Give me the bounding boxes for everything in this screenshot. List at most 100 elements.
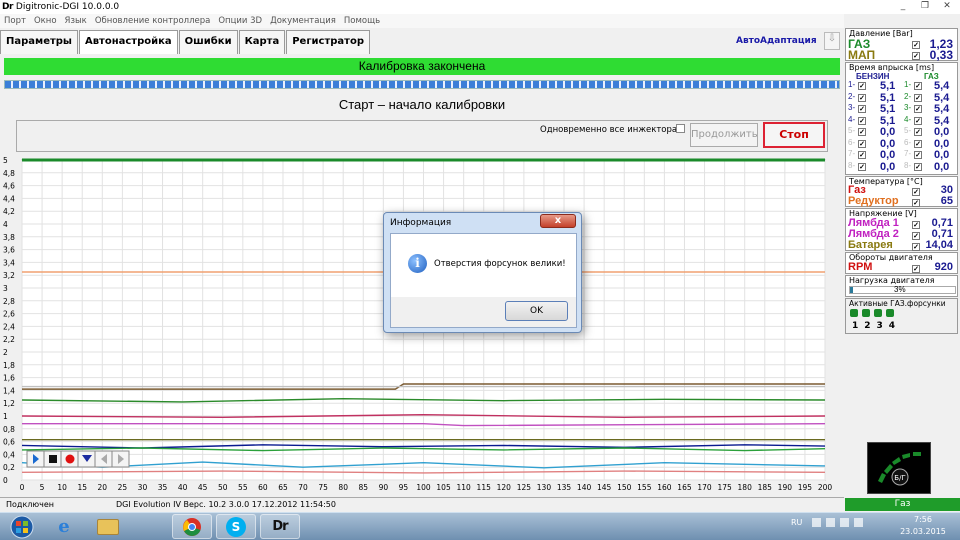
injector-petrol-number: 2- [848, 91, 856, 101]
record-icon [65, 454, 75, 464]
menu-3d-options[interactable]: Опции 3D [218, 16, 262, 26]
injector-icon [850, 309, 858, 317]
injector-gas-checkbox[interactable]: ✓ [914, 92, 922, 102]
injection-box: Время впрыска [ms] БЕНЗИН ГАЗ 1- ✓ 5,1 1- ✓ 5… [845, 62, 958, 175]
gas-petrol-switch[interactable]: Б/Г [867, 442, 931, 494]
y-tick-label: 3,4 [3, 258, 15, 267]
tray-icon[interactable] [826, 518, 835, 527]
y-tick-label: 3,2 [3, 271, 15, 280]
ie-icon[interactable]: e [44, 514, 84, 539]
tray-icon[interactable] [812, 518, 821, 527]
injector-petrol-number: 8- [848, 160, 856, 170]
clock[interactable]: 7:56 23.03.2015 [898, 514, 948, 538]
x-tick-label: 180 [738, 483, 753, 492]
x-tick-label: 10 [57, 483, 67, 492]
menu-controller-update[interactable]: Обновление контроллера [95, 16, 211, 26]
injector-petrol-value: 5,1 [880, 103, 896, 115]
firmware-info: DGI Evolution IV Верс. 10.2 3.0.0 17.12.… [116, 500, 336, 509]
x-tick-label: 45 [198, 483, 208, 492]
dialog-ok-button[interactable]: OK [505, 301, 568, 321]
y-tick-label: 4,2 [3, 207, 15, 216]
tray-icon[interactable] [854, 518, 863, 527]
injector-gas-checkbox[interactable]: ✓ [914, 138, 922, 148]
injector-petrol-checkbox[interactable]: ✓ [858, 161, 866, 171]
injector-petrol-checkbox[interactable]: ✓ [858, 138, 866, 148]
continue-button[interactable]: Продолжить [690, 123, 758, 147]
tab-map[interactable]: Карта [238, 30, 286, 54]
x-tick-label: 90 [379, 483, 389, 492]
injector-gas-checkbox[interactable]: ✓ [914, 80, 922, 90]
stop-icon [49, 455, 57, 463]
menu-port[interactable]: Порт [4, 16, 26, 26]
pressure-map-checkbox[interactable]: ✓ [912, 52, 920, 60]
pressure-gas-checkbox[interactable]: ✓ [912, 41, 920, 49]
injector-petrol-checkbox[interactable]: ✓ [858, 115, 866, 125]
x-tick-label: 125 [517, 483, 532, 492]
menu-documentation[interactable]: Документация [270, 16, 336, 26]
x-tick-label: 190 [778, 483, 793, 492]
menu-window[interactable]: Окно [34, 16, 57, 26]
rpm-checkbox[interactable]: ✓ [912, 265, 920, 273]
injector-icon [862, 309, 870, 317]
x-tick-label: 85 [359, 483, 369, 492]
pin-icon[interactable]: ⇩ [824, 32, 840, 50]
tab-recorder[interactable]: Регистратор [286, 30, 370, 54]
minimize-icon[interactable]: _ [892, 0, 914, 13]
info-icon: i [408, 254, 427, 273]
maximize-icon[interactable]: ❐ [914, 0, 936, 13]
injector-petrol-number: 6- [848, 137, 856, 147]
y-tick-label: 2,4 [3, 322, 15, 331]
temp-reducer-checkbox[interactable]: ✓ [912, 199, 920, 207]
close-icon[interactable]: ✕ [936, 0, 958, 13]
injector-petrol-checkbox[interactable]: ✓ [858, 92, 866, 102]
injector-gas-value: 0,0 [934, 126, 950, 138]
start-button[interactable] [2, 514, 42, 539]
injector-petrol-value: 5,1 [880, 114, 896, 127]
explorer-icon[interactable] [88, 514, 128, 539]
injector-gas-checkbox[interactable]: ✓ [914, 161, 922, 171]
tab-errors[interactable]: Ошибки [178, 30, 238, 54]
y-tick-label: 1 [3, 412, 8, 421]
injector-petrol-checkbox[interactable]: ✓ [858, 126, 866, 136]
dialog-close-button[interactable]: x [540, 214, 576, 228]
lambda1-checkbox[interactable]: ✓ [912, 221, 920, 229]
injector-gas-checkbox[interactable]: ✓ [914, 103, 922, 113]
injector-petrol-number: 7- [848, 149, 856, 158]
chrome-icon[interactable] [172, 514, 212, 539]
injector-petrol-number: 5- [848, 126, 856, 135]
auto-adaptation-link[interactable]: АвтоАдаптация [736, 36, 817, 46]
injector-gas-checkbox[interactable]: ✓ [914, 149, 922, 159]
x-tick-label: 115 [477, 483, 492, 492]
stop-button[interactable]: Стоп [763, 122, 825, 148]
y-tick-label: 4 [3, 220, 8, 229]
simultaneous-injectors-checkbox[interactable] [676, 124, 685, 133]
x-tick-label: 150 [617, 483, 632, 492]
injector-gas-checkbox[interactable]: ✓ [914, 115, 922, 125]
injector-gas-number: 5- [904, 126, 912, 135]
language-indicator[interactable]: RU [791, 518, 802, 527]
connection-status: Подключен [6, 500, 54, 509]
menu-language[interactable]: Язык [65, 16, 87, 26]
digitronic-taskbar-icon[interactable]: Dr [260, 514, 300, 539]
x-tick-label: 15 [77, 483, 87, 492]
tab-parameters[interactable]: Параметры [0, 30, 78, 54]
skype-icon[interactable]: S [216, 514, 256, 539]
injector-petrol-checkbox[interactable]: ✓ [858, 149, 866, 159]
tab-strip: Параметры Автонастройка Ошибки Карта Рег… [0, 30, 844, 54]
injector-petrol-checkbox[interactable]: ✓ [858, 103, 866, 113]
injector-gas-checkbox[interactable]: ✓ [914, 126, 922, 136]
injector-petrol-checkbox[interactable]: ✓ [858, 80, 866, 90]
menu-help[interactable]: Помощь [344, 16, 380, 26]
lambda2-checkbox[interactable]: ✓ [912, 232, 920, 240]
battery-checkbox[interactable]: ✓ [912, 243, 920, 251]
calibration-progress [4, 80, 840, 89]
pressure-map-value: 0,33 [929, 48, 953, 62]
tray-icon[interactable] [840, 518, 849, 527]
temp-gas-checkbox[interactable]: ✓ [912, 188, 920, 196]
x-tick-label: 175 [717, 483, 732, 492]
tab-autotune[interactable]: Автонастройка [78, 30, 178, 54]
title-bar: Dr Digitronic-DGI 10.0.0.0 _ ❐ ✕ [0, 0, 960, 14]
injector-gas-value: 5,4 [934, 80, 950, 92]
window-controls: _ ❐ ✕ [892, 0, 958, 13]
injector-gas-number: 8- [904, 160, 912, 170]
